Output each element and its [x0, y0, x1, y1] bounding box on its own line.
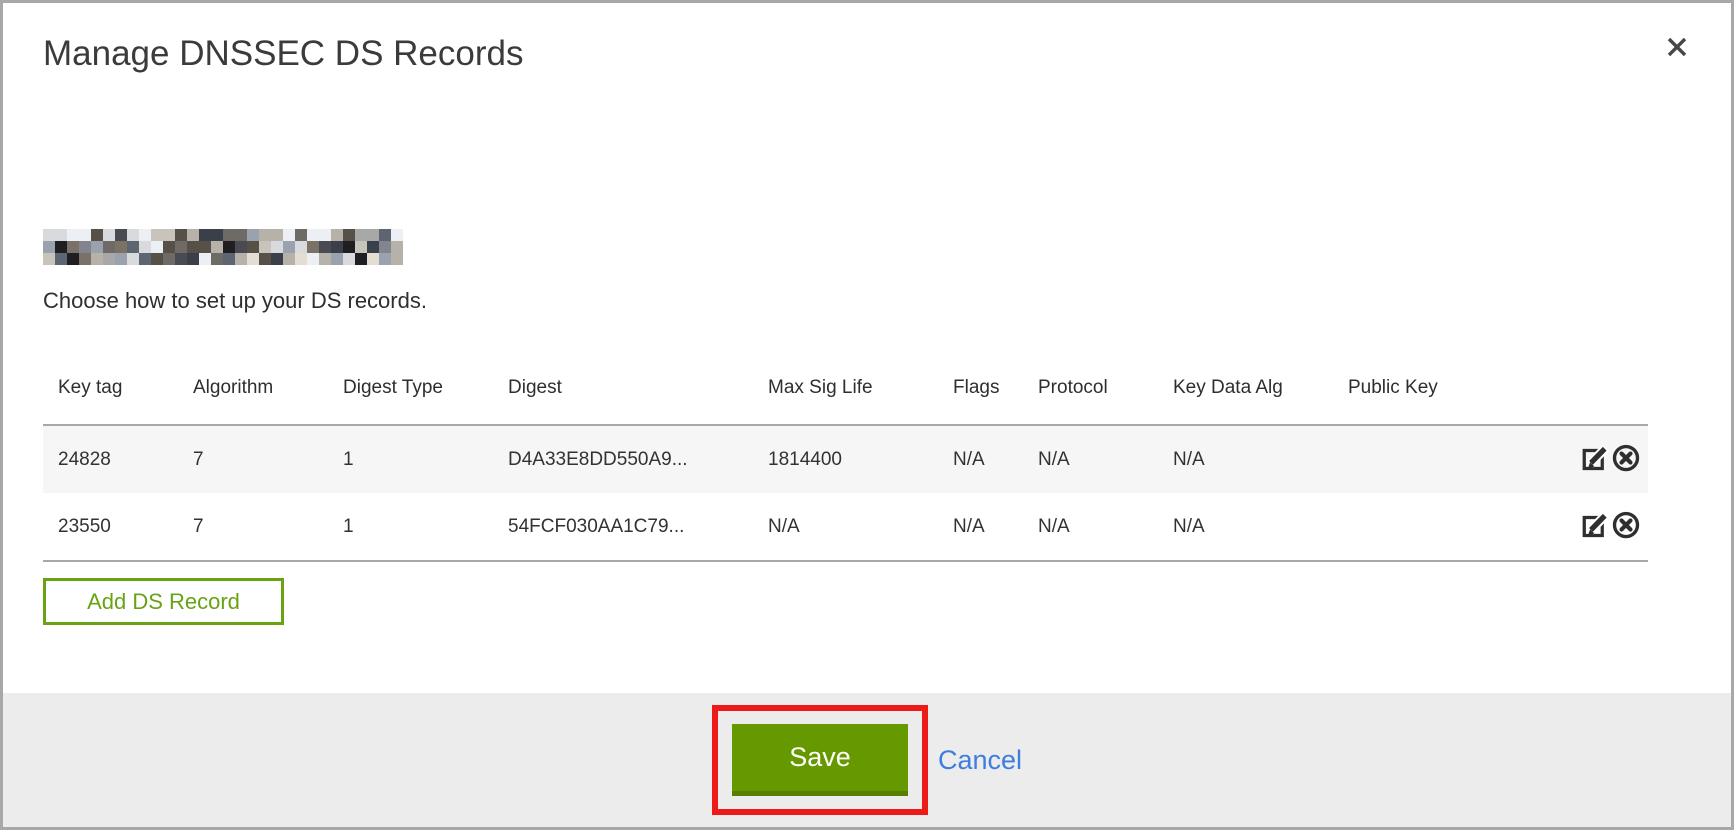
manage-dnssec-dialog: { "dialog": { "title": "Manage DNSSEC DS… [0, 0, 1734, 830]
cell-algorithm: 7 [178, 425, 328, 493]
table-header-row: Key tag Algorithm Digest Type Digest Max… [43, 351, 1648, 425]
cell-digest: D4A33E8DD550A9... [493, 425, 753, 493]
column-header-key-data-alg: Key Data Alg [1158, 351, 1333, 425]
cell-public-key [1333, 425, 1548, 493]
column-header-actions [1548, 351, 1648, 425]
cell-digest-type: 1 [328, 493, 493, 561]
table-row: 23550 7 1 54FCF030AA1C79... N/A N/A N/A … [43, 493, 1648, 561]
column-header-digest: Digest [493, 351, 753, 425]
column-header-key-tag: Key tag [43, 351, 178, 425]
cell-key-tag: 24828 [43, 425, 178, 493]
column-header-digest-type: Digest Type [328, 351, 493, 425]
cancel-link[interactable]: Cancel [938, 745, 1022, 776]
edit-icon [1579, 461, 1609, 476]
annotation-highlight-box: Save [712, 705, 928, 815]
column-header-algorithm: Algorithm [178, 351, 328, 425]
cell-key-tag: 23550 [43, 493, 178, 561]
cell-public-key [1333, 493, 1548, 561]
delete-icon [1611, 461, 1641, 476]
cell-protocol: N/A [1023, 425, 1158, 493]
close-icon [1664, 34, 1690, 60]
add-ds-record-button[interactable]: Add DS Record [43, 578, 284, 625]
cell-key-data-alg: N/A [1158, 425, 1333, 493]
save-button[interactable]: Save [732, 724, 908, 796]
ds-records-table: Key tag Algorithm Digest Type Digest Max… [43, 351, 1648, 562]
cell-digest: 54FCF030AA1C79... [493, 493, 753, 561]
delete-record-button[interactable] [1610, 443, 1642, 476]
delete-record-button[interactable] [1610, 510, 1642, 543]
cell-flags: N/A [938, 493, 1023, 561]
cell-flags: N/A [938, 425, 1023, 493]
close-button[interactable] [1661, 31, 1693, 63]
cell-digest-type: 1 [328, 425, 493, 493]
edit-record-button[interactable] [1578, 443, 1610, 476]
edit-icon [1579, 528, 1609, 543]
column-header-flags: Flags [938, 351, 1023, 425]
cell-protocol: N/A [1023, 493, 1158, 561]
column-header-max-sig-life: Max Sig Life [753, 351, 938, 425]
delete-icon [1611, 528, 1641, 543]
dialog-footer: Save Cancel [3, 693, 1731, 827]
cell-max-sig-life: 1814400 [753, 425, 938, 493]
edit-record-button[interactable] [1578, 510, 1610, 543]
cell-key-data-alg: N/A [1158, 493, 1333, 561]
column-header-public-key: Public Key [1333, 351, 1548, 425]
redacted-domain-name [43, 229, 403, 265]
cell-algorithm: 7 [178, 493, 328, 561]
dialog-title: Manage DNSSEC DS Records [43, 33, 523, 75]
cell-max-sig-life: N/A [753, 493, 938, 561]
column-header-protocol: Protocol [1023, 351, 1158, 425]
instruction-text: Choose how to set up your DS records. [43, 288, 427, 314]
table-row: 24828 7 1 D4A33E8DD550A9... 1814400 N/A … [43, 425, 1648, 493]
